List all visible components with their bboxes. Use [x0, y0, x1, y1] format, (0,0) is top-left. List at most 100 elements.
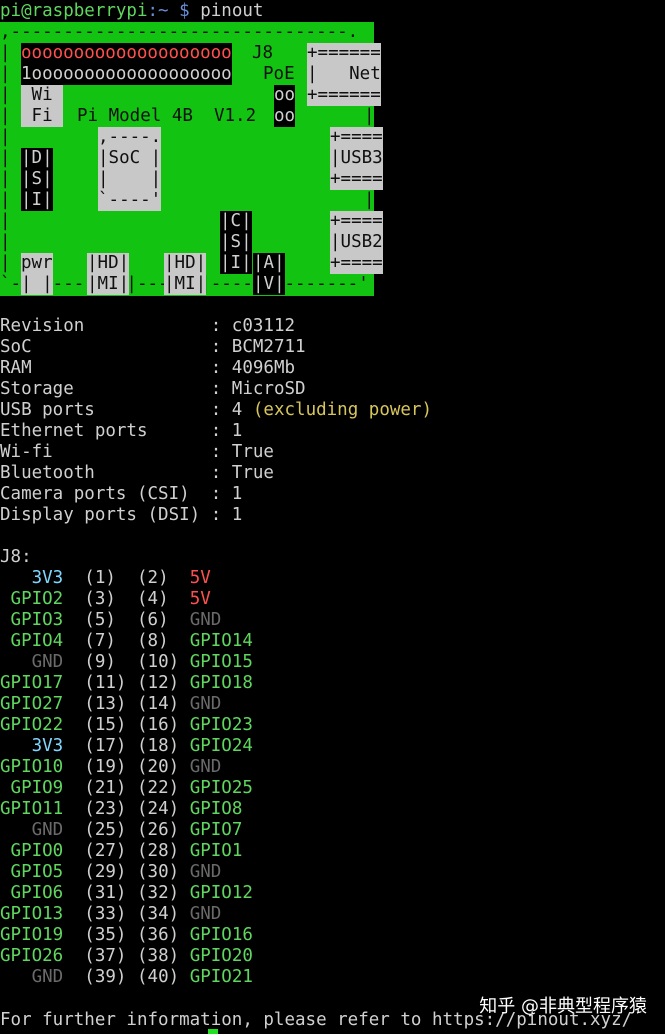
pin-left-number: (11) [84, 673, 127, 693]
header-pins-row-2: 1ooooooooooooooooooo [21, 64, 232, 85]
pin-row: GPIO10 (19) (20) GND [0, 757, 221, 778]
info-value: : 1 [210, 421, 243, 441]
board-edge: | [0, 43, 11, 63]
info-key: Ethernet ports [0, 421, 201, 441]
board-edge: | [0, 64, 11, 84]
prompt-user-host: pi@raspberrypi [0, 1, 148, 21]
pin-left-number: (13) [84, 694, 127, 714]
pin-left-name: GPIO11 [0, 799, 64, 819]
info-value: : True [210, 442, 274, 462]
pin-row: 3V3 (17) (18) GPIO24 [0, 736, 253, 757]
pin-left-name: GPIO0 [0, 841, 64, 861]
info-row: Wi-fi : True [0, 442, 274, 463]
info-key: Display ports (DSI) [0, 505, 201, 525]
pin-right-number: (30) [137, 862, 180, 882]
poe-label: PoE [263, 64, 295, 84]
pin-right-number: (38) [137, 946, 180, 966]
dsi-connector-3: |I| [21, 190, 53, 211]
pin-left-number: (25) [84, 820, 127, 840]
pin-row: GPIO13 (33) (34) GND [0, 904, 221, 925]
pin-right-number: (18) [137, 736, 180, 756]
pin-left-number: (3) [84, 589, 127, 609]
pin-right-number: (2) [137, 568, 180, 588]
pin-right-name: GND [189, 757, 222, 777]
terminal-window[interactable]: pi@raspberrypi:~ $ pinout ,-------------… [0, 0, 665, 1034]
info-row: Display ports (DSI) : 1 [0, 505, 242, 526]
pin-row: GND (25) (26) GPIO7 [0, 820, 243, 841]
info-key: Revision [0, 316, 201, 336]
model-label: Pi Model 4B V1.2 [77, 106, 257, 126]
pin-left-name: GPIO3 [0, 610, 64, 630]
pin-right-name: GND [189, 862, 222, 882]
soc-chip-4: `----' [98, 190, 162, 211]
power-connector-2: | | [21, 274, 53, 295]
prompt-command: pinout [189, 1, 264, 21]
pin-right-name: GND [189, 694, 222, 714]
pin-right-number: (12) [137, 673, 180, 693]
board-edge: | [0, 106, 11, 126]
pin-left-name: GPIO2 [0, 589, 64, 609]
pin-right-name: 5V [189, 568, 211, 588]
csi-connector-3: |I| [220, 253, 252, 274]
pin-row: GPIO27 (13) (14) GND [0, 694, 221, 715]
pin-left-name: GPIO4 [0, 631, 64, 651]
usb3-port-top: +==== [330, 127, 383, 148]
net-port-label: | Net [307, 64, 381, 85]
info-row: SoC : BCM2711 [0, 337, 306, 358]
pin-right-name: GPIO12 [189, 883, 253, 903]
pin-left-name: GPIO9 [0, 778, 64, 798]
pin-right-name: GPIO1 [189, 841, 243, 861]
header-label: J8: [0, 547, 32, 567]
pin-left-number: (7) [84, 631, 127, 651]
pin-right-number: (4) [137, 589, 180, 609]
board-diagram: ,--------------------------------. | ooo… [0, 22, 383, 296]
info-value: : 1 [210, 484, 243, 504]
usb2-port-bottom: +==== [330, 253, 383, 274]
pin-right-number: (20) [137, 757, 180, 777]
pin-right-name: GPIO23 [189, 715, 253, 735]
pin-right-number: (14) [137, 694, 180, 714]
pin-row: GPIO22 (15) (16) GPIO23 [0, 715, 253, 736]
info-row: Camera ports (CSI) : 1 [0, 484, 242, 505]
pin-right-number: (8) [137, 631, 180, 651]
pin-row: GPIO4 (7) (8) GPIO14 [0, 631, 253, 652]
board-edge: | [0, 85, 11, 105]
pin-right-number: (34) [137, 904, 180, 924]
net-port-bottom: +====== [307, 85, 381, 106]
soc-chip-1: ,----. [98, 127, 162, 148]
hdmi1-connector-1: |HD| [164, 253, 207, 274]
pin-right-number: (6) [137, 610, 180, 630]
info-row: Storage : MicroSD [0, 379, 306, 400]
info-row: Bluetooth : True [0, 463, 274, 484]
info-value: : 4096Mb [210, 358, 296, 378]
pin-left-number: (21) [84, 778, 127, 798]
net-port-top: +====== [307, 43, 381, 64]
pin-right-number: (28) [137, 841, 180, 861]
pin-right-number: (22) [137, 778, 180, 798]
pin-left-name: GPIO10 [0, 757, 64, 777]
pin-left-number: (9) [84, 652, 127, 672]
av-jack-2: |V| [253, 274, 285, 295]
info-row: Revision : c03112 [0, 316, 295, 337]
pin-row: GND (9) (10) GPIO15 [0, 652, 253, 673]
pin-row: GPIO11 (23) (24) GPIO8 [0, 799, 242, 820]
info-row: USB ports : 4 (excluding power) [0, 400, 432, 421]
info-key: Storage [0, 379, 201, 399]
poe-pins-2: oo [274, 106, 296, 127]
pin-right-name: GPIO20 [189, 946, 253, 966]
pin-row: GND (39) (40) GPIO21 [0, 967, 253, 988]
dsi-connector-1: |D| [21, 148, 53, 169]
info-key: SoC [0, 337, 201, 357]
pin-left-name: GND [0, 820, 64, 840]
usb3-port-bottom: +==== [330, 169, 383, 190]
pin-right-number: (36) [137, 925, 180, 945]
pin-left-name: 3V3 [0, 568, 64, 588]
usb3-port-label: |USB3 [330, 148, 383, 169]
pin-left-name: 3V3 [0, 736, 64, 756]
pin-left-number: (37) [84, 946, 127, 966]
pin-right-name: GPIO8 [189, 799, 243, 819]
j8-label: J8 [252, 43, 274, 63]
pin-left-number: (31) [84, 883, 127, 903]
soc-chip-3: | | [98, 169, 162, 190]
info-value: : True [210, 463, 274, 483]
